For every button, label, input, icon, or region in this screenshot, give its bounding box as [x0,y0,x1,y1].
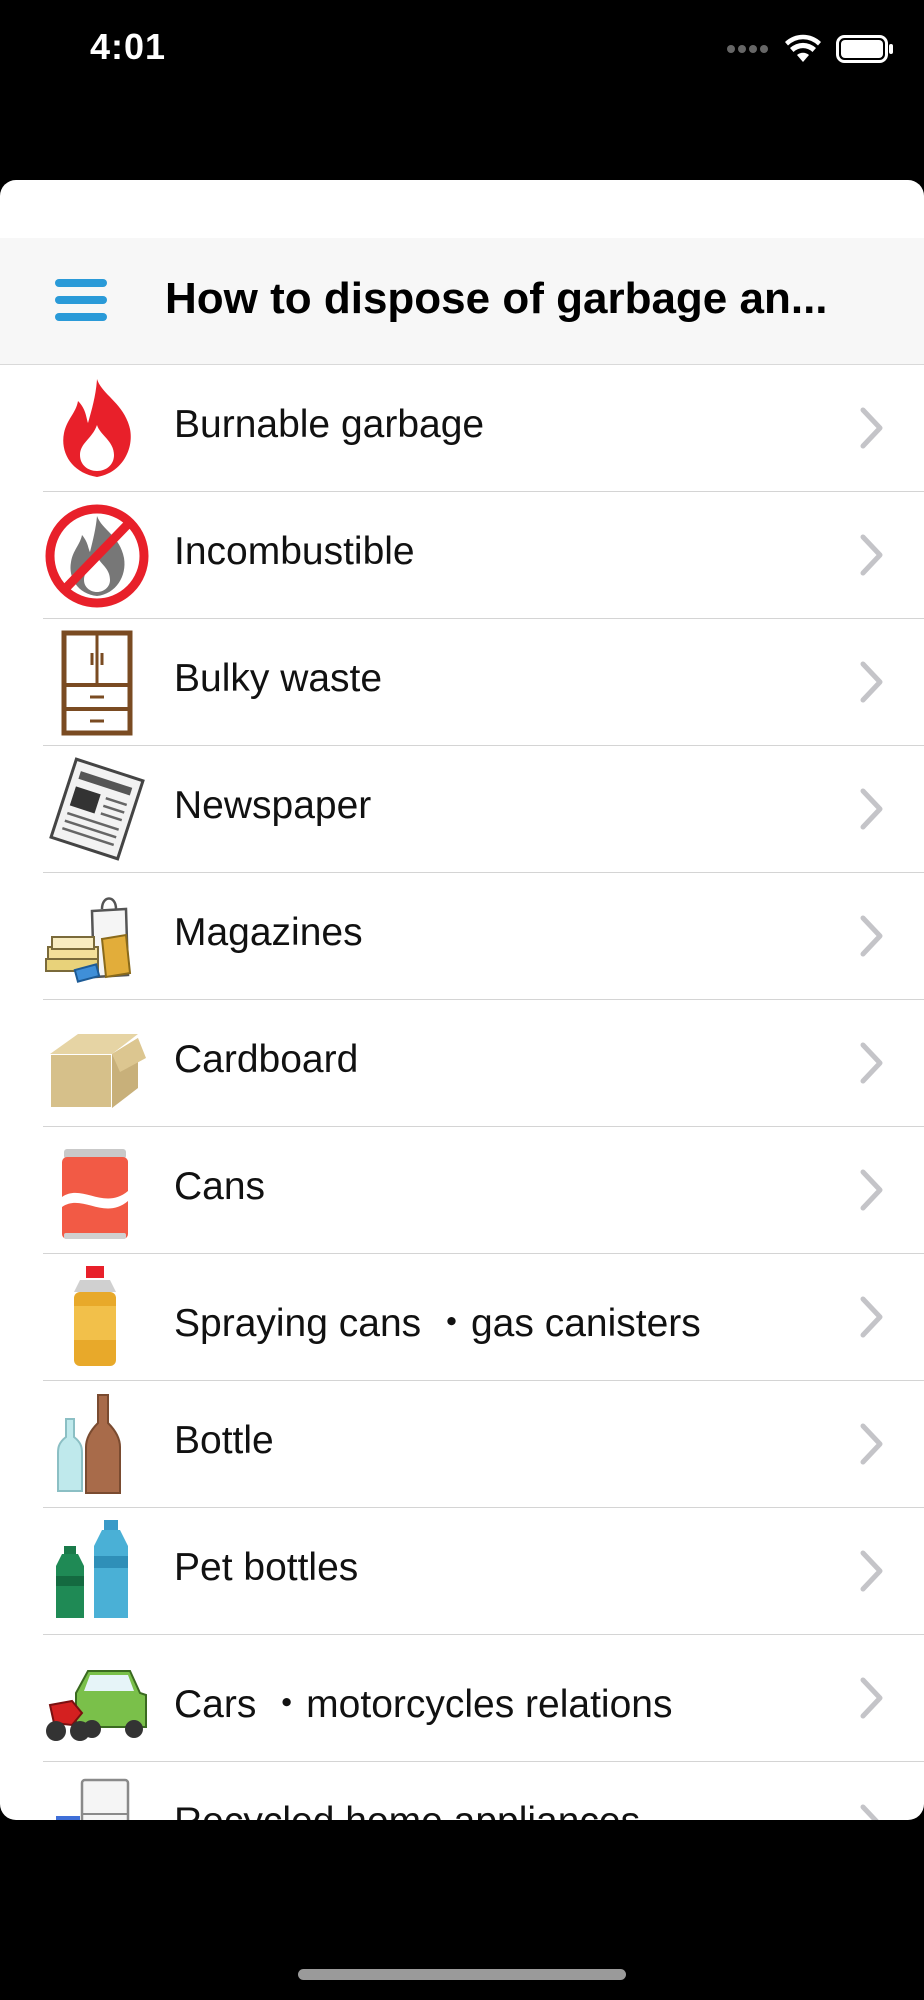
chevron-right-icon [860,1804,879,1820]
chevron-right-icon [860,1550,883,1592]
battery-icon [836,35,893,63]
chevron-right-icon [860,1677,883,1719]
spray-can-icon [74,1266,116,1366]
list-item-label: Cardboard [174,1038,359,1081]
chevron-right-icon [860,1423,883,1465]
refrigerator-icon [56,1778,130,1820]
list-item-home-appliances[interactable]: Recycled home appliances [0,1762,924,1820]
chevron-right-icon [860,788,883,830]
list-item-bottle[interactable]: Bottle [0,1381,924,1508]
chevron-right-icon [860,534,883,576]
home-indicator[interactable] [298,1969,626,1980]
list-item-cardboard[interactable]: Cardboard [0,1000,924,1127]
chevron-right-icon [860,1169,883,1211]
list-item-magazines[interactable]: Magazines [0,873,924,1000]
list-item-label: Burnable garbage [174,403,485,446]
status-bar: 4:01 [0,0,924,100]
list-item-label: Cars ・motorcycles relations [174,1683,673,1726]
cabinet-icon [61,630,133,736]
list-item-spray-cans[interactable]: Spraying cans ・gas canisters [0,1254,924,1381]
status-time: 4:01 [90,26,167,67]
garbage-category-list: Burnable garbage Incombustible Bulky was… [0,365,924,1820]
list-item-label: Cans [174,1165,266,1208]
chevron-right-icon [860,915,883,957]
chevron-right-icon [860,1296,883,1338]
list-item-incombustible[interactable]: Incombustible [0,492,924,619]
signal-icon [727,45,768,53]
cardboard-box-icon [49,1034,146,1109]
hamburger-menu-icon [55,279,107,321]
list-item-label: Bottle [174,1419,274,1462]
chevron-right-icon [860,407,883,449]
list-item-label: Magazines [174,911,363,954]
no-fire-icon [45,504,149,608]
chevron-right-icon [860,661,883,703]
page-title: How to dispose of garbage an... [165,274,828,323]
wifi-icon [785,34,821,62]
car-motorcycle-icon [46,1670,147,1741]
magazines-icon [45,897,132,983]
menu-button[interactable] [40,272,120,332]
glass-bottles-icon [57,1394,121,1494]
list-item-label: Pet bottles [174,1546,359,1589]
list-item-pet-bottles[interactable]: Pet bottles [0,1508,924,1635]
pet-bottles-icon [56,1520,128,1618]
list-item-label: Recycled home appliances [174,1800,640,1820]
status-indicators [726,34,894,64]
list-item-burnable[interactable]: Burnable garbage [0,365,924,492]
main-sheet: How to dispose of garbage an... Burnable… [0,180,924,1820]
list-item-cans[interactable]: Cans [0,1127,924,1254]
list-item-bulky-waste[interactable]: Bulky waste [0,619,924,746]
list-item-label: Newspaper [174,784,372,827]
list-item-cars[interactable]: Cars ・motorcycles relations [0,1635,924,1762]
newspaper-icon [49,757,145,861]
flame-icon [63,379,131,477]
soda-can-icon [62,1149,128,1239]
list-item-label: Bulky waste [174,657,383,700]
navigation-bar: How to dispose of garbage an... [0,238,924,365]
list-item-label: Incombustible [174,530,415,573]
list-item-newspaper[interactable]: Newspaper [0,746,924,873]
list-item-label: Spraying cans ・gas canisters [174,1302,701,1345]
chevron-right-icon [860,1042,883,1084]
